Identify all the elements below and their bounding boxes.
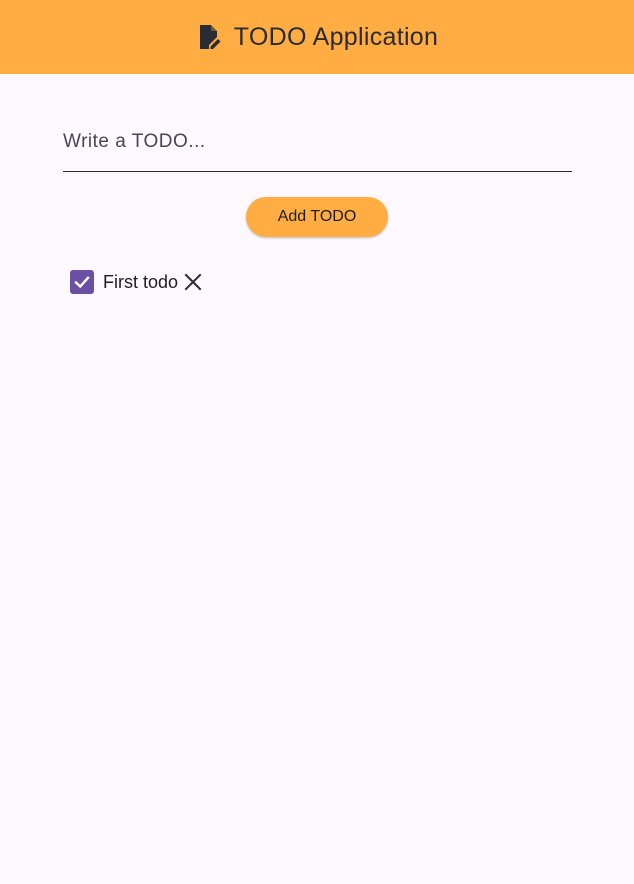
- todo-list: First todo: [70, 268, 204, 296]
- app-title: TODO Application: [233, 22, 439, 51]
- edit-note-icon: [196, 23, 222, 51]
- check-icon: [74, 276, 90, 289]
- close-icon: [184, 273, 202, 291]
- add-todo-button[interactable]: Add TODO: [246, 197, 388, 237]
- todo-label: First todo: [103, 271, 179, 292]
- delete-todo-button[interactable]: [182, 271, 204, 293]
- app-bar: TODO Application: [0, 0, 634, 74]
- todo-item: First todo: [70, 268, 204, 296]
- todo-checkbox[interactable]: [70, 270, 94, 294]
- todo-input[interactable]: [63, 128, 572, 156]
- todo-input-field[interactable]: [63, 112, 572, 172]
